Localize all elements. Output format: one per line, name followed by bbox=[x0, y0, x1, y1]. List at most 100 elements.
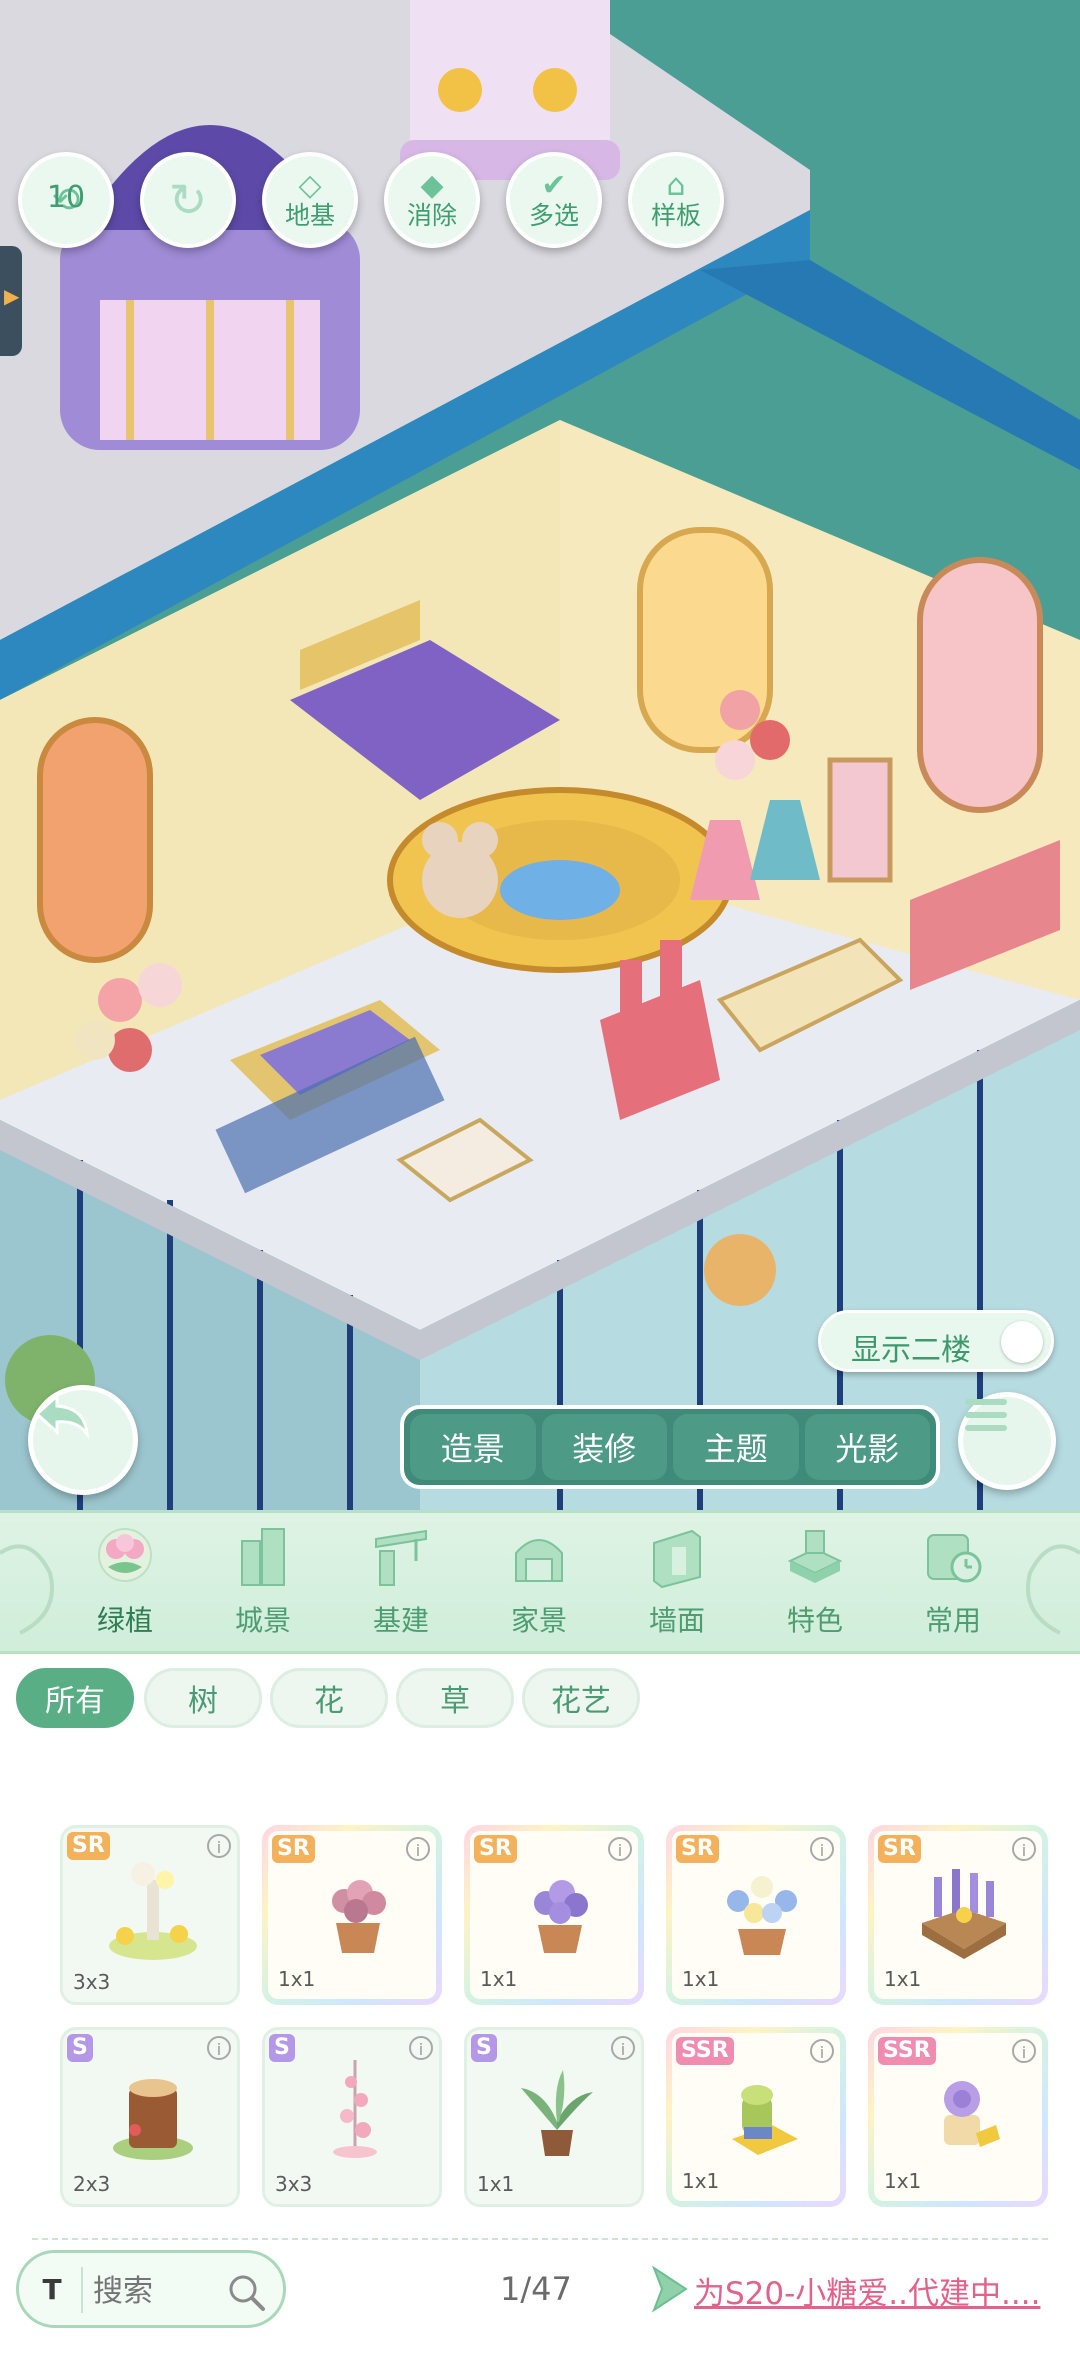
info-icon[interactable]: i bbox=[207, 2036, 231, 2060]
search-box: T bbox=[16, 2250, 286, 2328]
item-card[interactable]: SR i 1x1 bbox=[666, 1825, 846, 2005]
rarity-badge: S bbox=[67, 2034, 93, 2062]
item-card[interactable]: SSR i 1x1 bbox=[868, 2027, 1048, 2207]
category-infrastructure[interactable]: 基建 bbox=[346, 1521, 456, 1645]
erase-label: 消除 bbox=[406, 201, 457, 230]
builder-status[interactable]: 为S20-小糖爱..代建中.... bbox=[650, 2262, 1070, 2316]
multiselect-button[interactable]: ✔ 多选 bbox=[506, 152, 602, 248]
filter-all[interactable]: 所有 bbox=[16, 1668, 134, 1728]
info-icon[interactable]: i bbox=[406, 1837, 430, 1861]
menu-button[interactable] bbox=[958, 1392, 1056, 1490]
info-icon[interactable]: i bbox=[207, 1834, 231, 1858]
text-format-icon[interactable]: T bbox=[35, 2273, 69, 2307]
category-special[interactable]: 特色 bbox=[760, 1521, 870, 1645]
back-arrow-icon bbox=[34, 1392, 89, 1440]
mode-tabs: 造景 装修 主题 光影 bbox=[400, 1405, 940, 1489]
foundation-label: 地基 bbox=[284, 201, 335, 230]
succulent-on-books-icon bbox=[732, 2085, 798, 2155]
lavender-basket-icon bbox=[922, 1869, 1006, 1959]
purple-potted-flower-icon bbox=[534, 1880, 588, 1953]
search-separator bbox=[81, 2267, 83, 2313]
tab-lighting[interactable]: 光影 bbox=[804, 1414, 930, 1480]
wall-icon bbox=[653, 1529, 701, 1589]
item-card[interactable]: SR i 3x3 bbox=[60, 1825, 240, 2005]
category-cityscape[interactable]: 城景 bbox=[208, 1521, 318, 1645]
rarity-badge: S bbox=[269, 2034, 295, 2062]
category-label: 基建 bbox=[372, 1604, 429, 1637]
search-input[interactable] bbox=[91, 2269, 235, 2313]
category-bar: 绿植 城景 基建 家景 墙面 特色 常用 bbox=[0, 1510, 1080, 1654]
tab-theme[interactable]: 主题 bbox=[673, 1414, 799, 1480]
item-size: 1x1 bbox=[682, 1967, 720, 1991]
info-icon[interactable]: i bbox=[810, 2039, 834, 2063]
filter-tree[interactable]: 树 bbox=[144, 1668, 262, 1728]
info-icon[interactable]: i bbox=[1012, 1837, 1036, 1861]
category-label: 绿植 bbox=[96, 1604, 153, 1637]
item-size: 2x3 bbox=[73, 2172, 111, 2196]
show-second-floor-label: 显示二楼 bbox=[851, 1333, 971, 1368]
pink-potted-flower-icon bbox=[332, 1880, 386, 1953]
undo-button[interactable]: ⟲ 10 bbox=[18, 152, 114, 248]
item-size: 1x1 bbox=[480, 1967, 518, 1991]
city-icon bbox=[241, 1528, 285, 1586]
multiselect-label: 多选 bbox=[528, 201, 579, 230]
side-expand-tab[interactable]: ▶ bbox=[0, 246, 22, 356]
category-label: 家景 bbox=[510, 1604, 567, 1637]
undo-count: 10 bbox=[46, 180, 86, 215]
purple-rose-jar-icon bbox=[944, 2081, 1000, 2147]
info-icon[interactable]: i bbox=[810, 1837, 834, 1861]
item-size: 1x1 bbox=[682, 2169, 720, 2193]
game-scene[interactable]: ⟲ 10 ↻ ◇ 地基 ◆ 消除 ✔ 多选 ⌂ 样板 ▶ 显示二楼 造景 装修 … bbox=[0, 0, 1080, 1510]
info-icon[interactable]: i bbox=[1012, 2039, 1036, 2063]
page-indicator: 1/47 bbox=[500, 2270, 572, 2308]
item-card[interactable]: S i 3x3 bbox=[262, 2027, 442, 2207]
back-button[interactable] bbox=[28, 1385, 138, 1495]
template-button[interactable]: ⌂ 样板 bbox=[628, 152, 724, 248]
category-wall[interactable]: 墙面 bbox=[622, 1521, 732, 1645]
rarity-badge: S bbox=[471, 2034, 497, 2062]
filter-floral-art[interactable]: 花艺 bbox=[522, 1668, 640, 1728]
item-card[interactable]: SR i 1x1 bbox=[464, 1825, 644, 2005]
template-label: 样板 bbox=[650, 201, 701, 230]
show-second-floor-toggle[interactable]: 显示二楼 bbox=[818, 1310, 1054, 1372]
crane-icon bbox=[375, 1529, 427, 1586]
flower-sculpture-icon bbox=[109, 1862, 197, 1960]
info-icon[interactable]: i bbox=[608, 1837, 632, 1861]
item-card[interactable]: SR i 1x1 bbox=[868, 1825, 1048, 2005]
filter-grass[interactable]: 草 bbox=[396, 1668, 514, 1728]
item-size: 3x3 bbox=[73, 1970, 111, 1994]
item-size: 1x1 bbox=[278, 1967, 316, 1991]
rarity-badge: SR bbox=[878, 1835, 921, 1863]
category-label: 城景 bbox=[234, 1604, 291, 1637]
item-card[interactable]: SSR i 1x1 bbox=[666, 2027, 846, 2207]
info-icon[interactable]: i bbox=[409, 2036, 433, 2060]
pink-blossom-tree-icon bbox=[333, 2060, 377, 2158]
redo-button[interactable]: ↻ bbox=[140, 152, 236, 248]
search-icon[interactable] bbox=[225, 2271, 269, 2315]
erase-button[interactable]: ◆ 消除 bbox=[384, 152, 480, 248]
rarity-badge: SSR bbox=[676, 2037, 734, 2065]
item-card[interactable]: S i 1x1 bbox=[464, 2027, 644, 2207]
calendar-clock-icon bbox=[927, 1534, 982, 1583]
tab-decoration[interactable]: 装修 bbox=[541, 1414, 667, 1480]
item-size: 1x1 bbox=[884, 2169, 922, 2193]
info-icon[interactable]: i bbox=[611, 2036, 635, 2060]
multiselect-check-icon: ✔ bbox=[541, 168, 567, 203]
blue-daisy-pot-icon bbox=[727, 1876, 797, 1955]
item-card[interactable]: S i 2x3 bbox=[60, 2027, 240, 2207]
category-plants[interactable]: 绿植 bbox=[70, 1521, 180, 1645]
divider bbox=[32, 2238, 1048, 2240]
item-size: 1x1 bbox=[477, 2172, 515, 2196]
home-gate-icon bbox=[515, 1539, 563, 1582]
category-label: 常用 bbox=[924, 1604, 981, 1637]
filter-flower[interactable]: 花 bbox=[270, 1668, 388, 1728]
eraser-icon: ◆ bbox=[420, 168, 444, 203]
foundation-button[interactable]: ◇ 地基 bbox=[262, 152, 358, 248]
item-card[interactable]: SR i 1x1 bbox=[262, 1825, 442, 2005]
item-size: 1x1 bbox=[884, 1967, 922, 1991]
category-common[interactable]: 常用 bbox=[898, 1521, 1008, 1645]
tab-scenery[interactable]: 造景 bbox=[410, 1414, 536, 1480]
rarity-badge: SR bbox=[474, 1835, 517, 1863]
category-home[interactable]: 家景 bbox=[484, 1521, 594, 1645]
toggle-knob bbox=[1001, 1321, 1043, 1363]
